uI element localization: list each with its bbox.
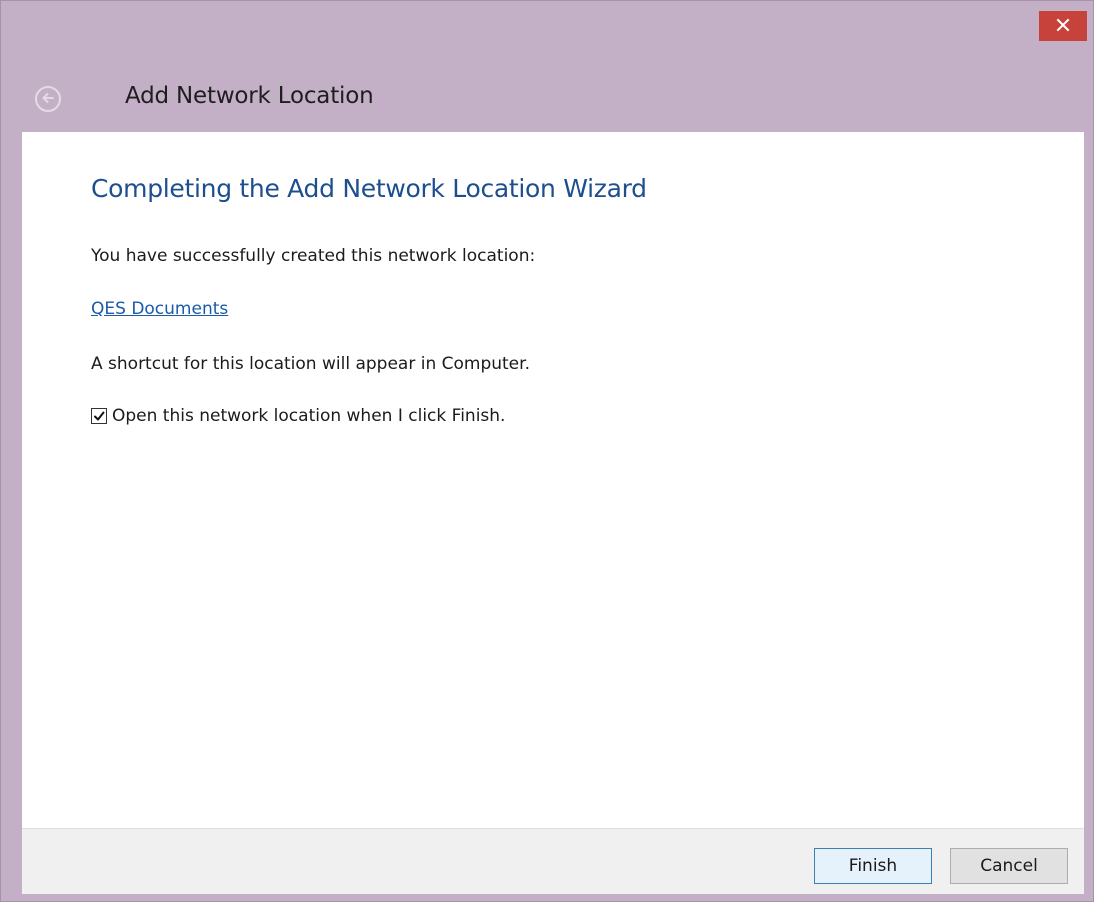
back-button[interactable] — [35, 86, 61, 112]
close-button[interactable] — [1039, 11, 1087, 41]
back-arrow-icon — [41, 90, 55, 109]
open-location-checkbox-row[interactable]: Open this network location when I click … — [91, 406, 505, 426]
shortcut-message: A shortcut for this location will appear… — [91, 354, 530, 374]
wizard-heading: Completing the Add Network Location Wiza… — [91, 174, 647, 203]
open-location-checkbox[interactable] — [91, 408, 107, 424]
window-title: Add Network Location — [125, 83, 374, 109]
cancel-button[interactable]: Cancel — [950, 848, 1068, 884]
open-location-checkbox-label: Open this network location when I click … — [112, 406, 506, 426]
close-icon — [1056, 17, 1070, 36]
checkmark-icon — [93, 407, 105, 426]
finish-button[interactable]: Finish — [814, 848, 932, 884]
network-location-link[interactable]: QES Documents — [91, 299, 228, 319]
button-footer: Finish Cancel — [22, 828, 1084, 894]
success-message: You have successfully created this netwo… — [91, 246, 536, 266]
wizard-content: Completing the Add Network Location Wiza… — [22, 132, 1084, 828]
